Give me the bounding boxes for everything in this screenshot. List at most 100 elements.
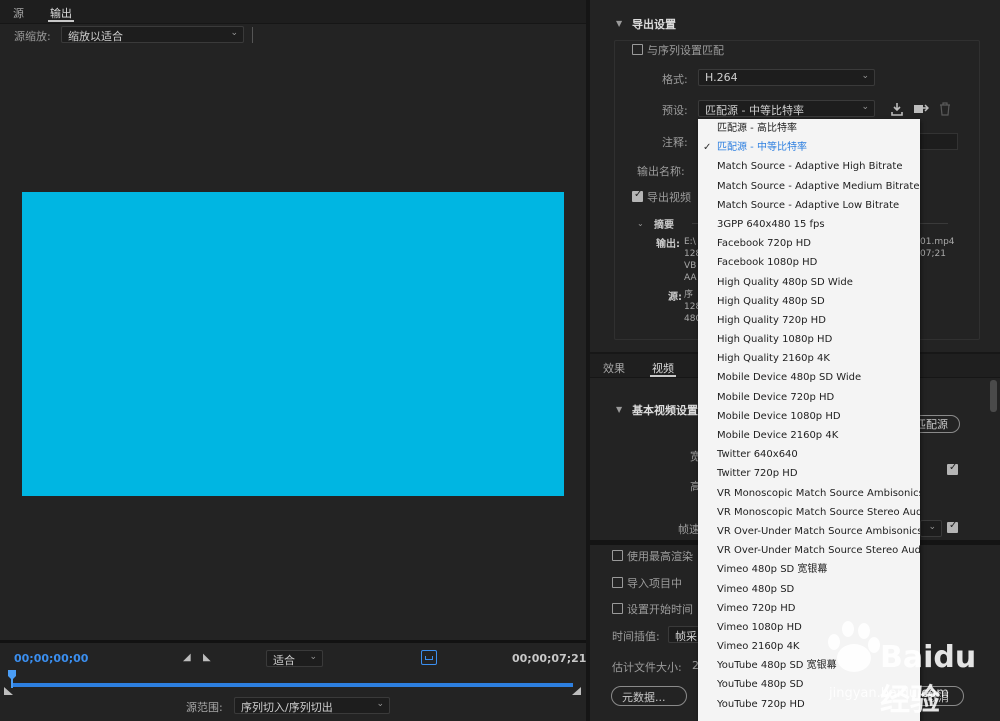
delete-preset-icon[interactable] <box>939 102 951 116</box>
mark-out-icon[interactable]: ◣ <box>203 652 211 663</box>
scrollbar[interactable] <box>990 380 997 412</box>
set-start-time-label: 设置开始时间 <box>627 603 693 616</box>
preset-menu-item[interactable]: Vimeo 720p HD <box>698 599 920 618</box>
preset-menu-item[interactable]: Match Source - Adaptive High Bitrate <box>698 157 920 176</box>
max-render-quality-label: 使用最高渲染 <box>627 550 693 563</box>
width-checkbox[interactable] <box>947 462 958 475</box>
preset-menu-item[interactable]: VR Monoscopic Match Source Stereo Audio <box>698 503 920 522</box>
preset-menu-item[interactable]: Vimeo 480p SD 宽银幕 <box>698 560 920 579</box>
preset-menu-item-label: VR Over-Under Match Source Stereo Audio <box>717 545 920 557</box>
preset-menu-item-label: Mobile Device 1080p HD <box>717 410 841 422</box>
divider <box>0 640 586 643</box>
timecode-current[interactable]: 00;00;00;00 <box>14 652 88 665</box>
preset-menu-item[interactable]: VR Over-Under Match Source Ambisonics <box>698 522 920 541</box>
preset-menu-item-label: Facebook 720p HD <box>717 238 811 250</box>
preset-menu-item-label: VR Monoscopic Match Source Ambisonics <box>717 487 920 499</box>
preset-menu-item-label: Match Source - Adaptive Medium Bitrate <box>717 180 920 192</box>
tab-source[interactable]: 源 <box>13 5 24 21</box>
crop-output-icon[interactable] <box>421 650 437 665</box>
save-preset-icon[interactable] <box>890 102 904 116</box>
preset-menu-item-label: Mobile Device 2160p 4K <box>717 430 839 441</box>
match-sequence-label: 与序列设置匹配 <box>647 44 724 57</box>
tab-video[interactable]: 视频 <box>650 360 676 377</box>
preset-menu-item[interactable]: Twitter 720p HD <box>698 464 920 483</box>
export-video-label: 导出视频 <box>647 191 691 204</box>
set-start-time-checkbox[interactable] <box>612 603 623 614</box>
fit-dropdown[interactable]: 适合 ⌄ <box>266 650 323 667</box>
source-scale-dropdown[interactable]: 缩放以适合 ⌄ <box>61 26 244 43</box>
chevron-down-icon: ⌄ <box>309 652 317 662</box>
collapse-caret-icon[interactable]: ▼ <box>616 405 622 414</box>
match-sequence-checkbox[interactable] <box>632 44 643 55</box>
preset-menu-item[interactable]: Vimeo 1080p HD <box>698 618 920 637</box>
preset-menu-item[interactable]: 匹配源 - 高比特率 <box>698 119 920 138</box>
preset-menu-item[interactable]: 3GPP 640x480 15 fps <box>698 215 920 234</box>
chevron-down-icon: ⌄ <box>230 28 238 38</box>
preset-menu-item[interactable]: Facebook 720p HD <box>698 234 920 253</box>
preset-menu-item-label: Match Source - Adaptive Low Bitrate <box>717 199 900 211</box>
preset-menu-item[interactable]: High Quality 480p SD Wide <box>698 273 920 292</box>
frame-rate-dropdown[interactable]: ⌄ <box>920 520 942 537</box>
export-settings-header: 导出设置 <box>632 18 676 31</box>
export-video-checkbox[interactable] <box>632 189 643 202</box>
preset-menu-item-label: High Quality 2160p 4K <box>717 353 830 365</box>
source-range-dropdown[interactable]: 序列切入/序列切出 ⌄ <box>234 697 390 714</box>
preset-menu-item-label: 匹配源 - 高比特率 <box>717 123 797 134</box>
video-preview <box>22 192 564 496</box>
preset-menu-item[interactable]: Match Source - Adaptive Medium Bitrate <box>698 177 920 196</box>
preset-menu-item[interactable]: Mobile Device 1080p HD <box>698 407 920 426</box>
summary-output-label: 输出: <box>656 239 680 250</box>
summary-source-label: 源: <box>668 292 682 303</box>
preset-menu-item-label: High Quality 1080p HD <box>717 334 833 346</box>
import-into-project-checkbox[interactable] <box>612 577 623 588</box>
preset-menu-list: 匹配源 - 高比特率 ✓ 匹配源 - 中等比特率 Match Source - Ada… <box>698 119 920 714</box>
mark-in-icon[interactable]: ◢ <box>183 652 191 663</box>
summary-output-line: E:\ <box>684 237 696 247</box>
max-render-quality-checkbox[interactable] <box>612 550 623 561</box>
preset-menu-item-label: Mobile Device 720p HD <box>717 391 835 403</box>
preset-menu-item[interactable]: High Quality 2160p 4K <box>698 349 920 368</box>
preset-menu-item-label: VR Over-Under Match Source Ambisonics <box>717 525 920 537</box>
preset-menu-item-label: YouTube 480p SD 宽银幕 <box>717 660 837 672</box>
in-point-handle[interactable] <box>4 687 13 695</box>
source-range-label: 源范围: <box>186 701 223 714</box>
preset-menu-item[interactable]: High Quality 1080p HD <box>698 330 920 349</box>
preset-menu-item[interactable]: Mobile Device 2160p 4K <box>698 426 920 445</box>
preset-dropdown-menu: 匹配源 - 高比特率 ✓ 匹配源 - 中等比特率 Match Source - Ada… <box>698 119 920 721</box>
preset-menu-item[interactable]: Match Source - Adaptive Low Bitrate <box>698 196 920 215</box>
basic-video-settings-header: 基本视频设置 <box>632 404 698 417</box>
preset-menu-item-label: VR Monoscopic Match Source Stereo Audio <box>717 506 920 518</box>
tab-effects[interactable]: 效果 <box>603 360 625 376</box>
preset-menu-item-label: Twitter 640x640 <box>717 449 798 461</box>
preset-menu-item[interactable]: Mobile Device 480p SD Wide <box>698 368 920 387</box>
frame-rate-checkbox[interactable] <box>947 520 958 533</box>
format-value: H.264 <box>705 71 738 84</box>
timeline-track[interactable] <box>12 683 573 687</box>
import-preset-icon[interactable] <box>913 102 929 116</box>
collapse-caret-icon[interactable]: ▼ <box>616 19 622 28</box>
preset-menu-item[interactable]: Facebook 1080p HD <box>698 253 920 272</box>
metadata-button[interactable]: 元数据... <box>611 686 687 706</box>
summary-output-line: VB <box>684 261 697 271</box>
preset-menu-item[interactable]: High Quality 720p HD <box>698 311 920 330</box>
chevron-down-icon: ⌄ <box>861 102 869 112</box>
preset-menu-item-label: Facebook 1080p HD <box>717 257 818 269</box>
preset-menu-item[interactable]: VR Monoscopic Match Source Ambisonics <box>698 484 920 503</box>
output-name-label: 输出名称: <box>637 165 685 178</box>
collapse-caret-icon[interactable]: ⌄ <box>637 219 644 228</box>
preset-menu-item[interactable]: ✓ 匹配源 - 中等比特率 <box>698 138 920 157</box>
preset-value: 匹配源 - 中等比特率 <box>705 104 804 117</box>
preset-menu-item-label: High Quality 480p SD <box>717 295 825 307</box>
out-point-handle[interactable] <box>572 687 581 695</box>
preset-menu-item[interactable]: VR Over-Under Match Source Stereo Audio <box>698 541 920 560</box>
preset-menu-item[interactable]: High Quality 480p SD <box>698 292 920 311</box>
source-range-value: 序列切入/序列切出 <box>241 701 333 714</box>
preset-menu-item[interactable]: Vimeo 480p SD <box>698 580 920 599</box>
preset-dropdown[interactable]: 匹配源 - 中等比特率 ⌄ <box>698 100 875 117</box>
preset-menu-item-label: High Quality 480p SD Wide <box>717 276 853 288</box>
tab-output[interactable]: 输出 <box>48 5 74 22</box>
preset-menu-item[interactable]: Twitter 640x640 <box>698 445 920 464</box>
preset-menu-item[interactable]: Mobile Device 720p HD <box>698 388 920 407</box>
format-dropdown[interactable]: H.264 ⌄ <box>698 69 875 86</box>
summary-output-duration: 07;21 <box>920 249 946 259</box>
